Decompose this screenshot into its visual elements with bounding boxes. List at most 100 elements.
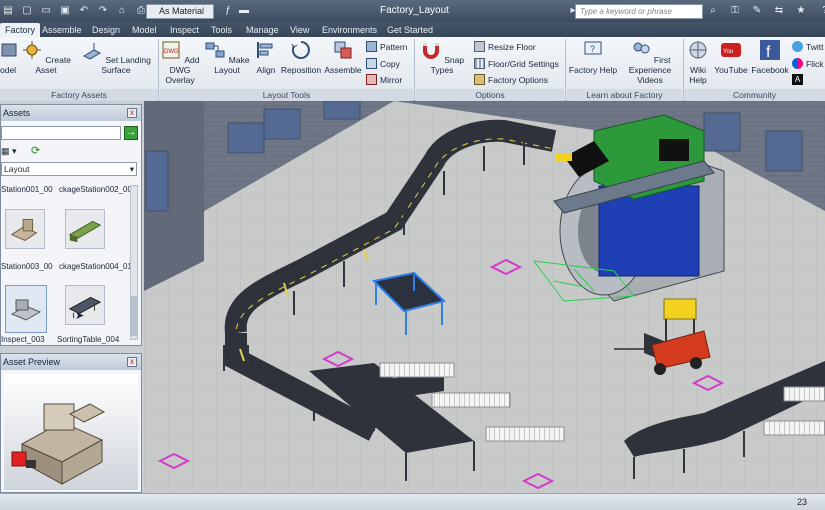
copy-icon (366, 58, 377, 69)
pattern-icon (366, 41, 377, 52)
3d-viewport[interactable] (144, 101, 825, 493)
asset-library-select[interactable] (1, 126, 121, 140)
tab-factory[interactable]: Factory (0, 23, 41, 37)
create-asset-button[interactable]: Create Asset (20, 39, 72, 75)
app-menu-icon[interactable]: ▤ (0, 3, 16, 19)
factory-help-label: Factory Help (568, 65, 618, 75)
save-icon[interactable]: ▣ (57, 3, 73, 19)
create-asset-icon (23, 41, 42, 59)
factory-help-button[interactable]: ? Factory Help (568, 39, 618, 75)
model-label: odel (0, 65, 17, 75)
magnet-icon (422, 43, 439, 59)
tab-manage[interactable]: Manage (246, 23, 279, 37)
tab-tools[interactable]: Tools (211, 23, 232, 37)
new-file-icon[interactable]: ▢ (19, 3, 35, 19)
snap-types-button[interactable]: Snap Types (418, 39, 466, 75)
youtube-button[interactable]: You YouTube (712, 39, 750, 75)
asset-item-label[interactable]: Station001_00 (1, 185, 53, 194)
binoculars-icon[interactable]: ⌕ (705, 3, 721, 19)
set-landing-surface-button[interactable]: Set Landing Surface (76, 39, 156, 75)
copy-button[interactable]: Copy (366, 58, 400, 69)
floor-grid-settings-button[interactable]: Floor/Grid Settings (474, 58, 559, 69)
model-button[interactable]: odel (0, 39, 17, 75)
make-layout-button[interactable]: Make Layout (202, 39, 252, 75)
asset-thumbnail[interactable] (65, 285, 105, 325)
tab-get-started[interactable]: Get Started (387, 23, 433, 37)
tab-model[interactable]: Model (132, 23, 157, 37)
undo-icon[interactable]: ↶ (76, 3, 92, 19)
resize-floor-button[interactable]: Resize Floor (474, 41, 536, 52)
home-icon[interactable]: ⌂ (114, 3, 130, 19)
close-icon[interactable]: x (127, 357, 137, 367)
tab-view[interactable]: View (290, 23, 309, 37)
category-select[interactable]: Layout ▾ (1, 162, 137, 176)
flickr-label: Flick (806, 58, 824, 69)
search-input[interactable]: Type a keyword or phrase (575, 4, 703, 19)
add-dwg-overlay-button[interactable]: DWG Add DWG Overlay (160, 39, 200, 85)
wall-window (145, 150, 169, 212)
factory-layout-scene (144, 101, 825, 493)
wiki-help-button[interactable]: Wiki Help (686, 39, 710, 85)
youtube-icon: You (721, 43, 741, 57)
twitter-button[interactable]: Twitt (792, 41, 823, 52)
a360-button[interactable]: A (792, 74, 803, 85)
open-folder-icon[interactable]: ▭ (38, 3, 54, 19)
ribbon-separator (565, 39, 566, 99)
facebook-button[interactable]: f Facebook (751, 39, 789, 75)
formula-icon[interactable]: ƒ (220, 3, 236, 19)
go-arrow-icon[interactable]: → (124, 126, 138, 140)
favorites-icon[interactable]: ★ (793, 3, 809, 19)
reposition-icon (291, 41, 310, 59)
dwg-icon: DWG (162, 41, 180, 59)
close-icon[interactable]: x (127, 108, 137, 118)
color-icon[interactable]: ▬ (236, 3, 252, 19)
redo-icon[interactable]: ↷ (95, 3, 111, 19)
help-button[interactable]: ? (815, 3, 825, 19)
asset-item-label[interactable]: ckageStation002_00 (59, 185, 132, 194)
mirror-label: Mirror (380, 74, 403, 85)
flickr-button[interactable]: Flick (792, 58, 823, 69)
asset-item-label[interactable]: ckageStation004_01 (59, 262, 132, 271)
scrollbar-thumb[interactable] (131, 296, 137, 336)
visual-style-select[interactable]: As Material (146, 4, 214, 19)
asset-item-label[interactable]: Inspect_003 (1, 335, 45, 344)
window-title: Factory_Layout (380, 5, 449, 16)
assets-panel-title: Assets (3, 108, 31, 118)
preview-viewport[interactable] (4, 374, 138, 490)
asset-thumbnail[interactable] (5, 209, 45, 249)
mouse-cursor-icon: ➤ (75, 310, 85, 322)
view-mode-icon[interactable]: ▦ ▾ (1, 144, 25, 158)
facebook-label: Facebook (751, 65, 789, 75)
pattern-button[interactable]: Pattern (366, 41, 407, 52)
subscription-icon[interactable]: ⚿ (727, 3, 743, 19)
tab-assemble[interactable]: Assemble (42, 23, 82, 37)
assemble-label: Assemble (324, 65, 362, 75)
preview-panel-title: Asset Preview (3, 357, 61, 367)
assets-scrollbar[interactable] (130, 185, 138, 340)
reposition-button[interactable]: Reposition (280, 39, 322, 75)
assemble-button[interactable]: Assemble (324, 39, 362, 75)
asset-thumbnail-selected[interactable] (5, 285, 47, 333)
tab-environments[interactable]: Environments (322, 23, 377, 37)
asset-thumbnail[interactable] (65, 209, 105, 249)
wall-window (703, 112, 741, 152)
learn-group-label: Learn about Factory (567, 89, 682, 101)
mirror-button[interactable]: Mirror (366, 74, 402, 85)
asset-item-label[interactable]: SortingTable_004 (57, 335, 119, 344)
asset-item-label[interactable]: Station003_00 (1, 262, 53, 271)
tab-inspect[interactable]: Inspect (170, 23, 199, 37)
ribbon-separator (158, 39, 159, 99)
model-icon (1, 43, 17, 57)
exchange-icon[interactable]: ⇆ (771, 3, 787, 19)
first-experience-videos-button[interactable]: First Experience Videos (620, 39, 680, 85)
page-number: 23 (796, 497, 807, 507)
refresh-icon[interactable]: ⟳ (31, 144, 45, 158)
tools-icon[interactable]: ✎ (749, 3, 765, 19)
align-button[interactable]: Align (253, 39, 279, 75)
wiki-globe-icon (689, 41, 707, 59)
wall-window (227, 122, 265, 154)
factory-options-button[interactable]: Factory Options (474, 74, 548, 85)
twitter-icon (792, 41, 803, 52)
video-people-icon (633, 42, 650, 54)
tab-design[interactable]: Design (92, 23, 120, 37)
